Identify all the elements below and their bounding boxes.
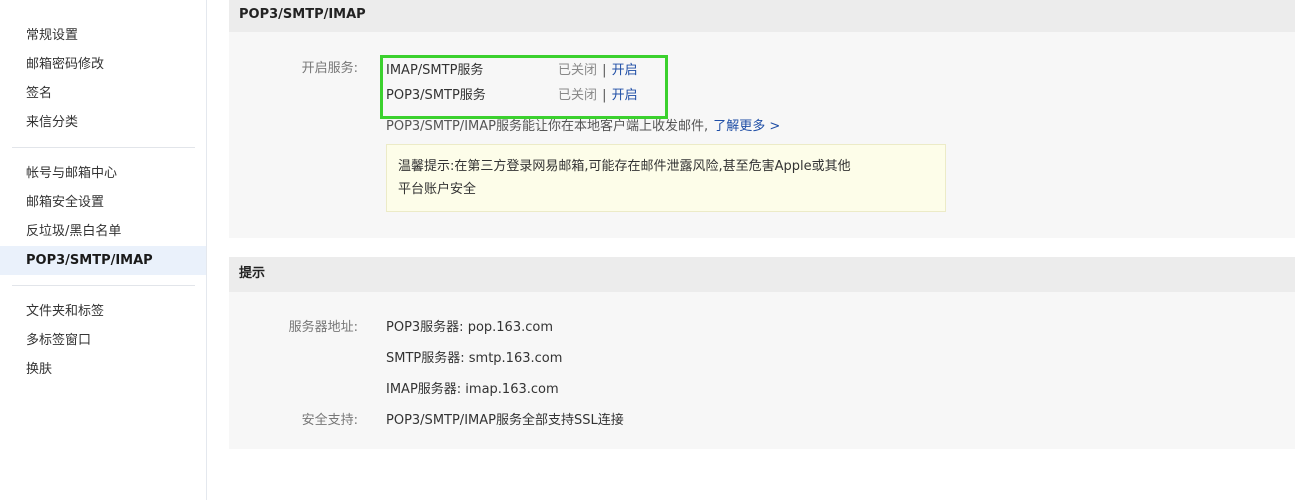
smtp-server-value: SMTP服务器: smtp.163.com bbox=[386, 351, 563, 366]
sidebar-item-account-center[interactable]: 帐号与邮箱中心 bbox=[0, 159, 206, 188]
enable-pop3-smtp-link[interactable]: 开启 bbox=[612, 88, 638, 103]
tip-text-line2: 平台账户安全 bbox=[398, 182, 477, 197]
security-support-value: POP3/SMTP/IMAP服务全部支持SSL连接 bbox=[386, 413, 624, 428]
settings-sidebar: 常规设置 邮箱密码修改 签名 来信分类 帐号与邮箱中心 邮箱安全设置 反垃圾/黑… bbox=[0, 0, 207, 500]
tip-text-line1: 温馨提示:在第三方登录网易邮箱,可能存在邮件泄露风险,甚至危害Apple或其他 bbox=[398, 159, 851, 174]
pop3-server-value: POP3服务器: pop.163.com bbox=[386, 320, 553, 335]
enable-imap-smtp-link[interactable]: 开启 bbox=[612, 63, 638, 78]
service-description-row: POP3/SMTP/IMAP服务能让你在本地客户端上收发邮件, 了解更多 > bbox=[386, 115, 780, 134]
mail-settings-page: 常规设置 邮箱密码修改 签名 来信分类 帐号与邮箱中心 邮箱安全设置 反垃圾/黑… bbox=[0, 0, 1295, 500]
imap-smtp-service-name: IMAP/SMTP服务 bbox=[386, 63, 484, 78]
learn-more-link[interactable]: 了解更多 > bbox=[713, 119, 780, 134]
sidebar-item-general[interactable]: 常规设置 bbox=[0, 21, 206, 50]
separator: | bbox=[602, 88, 607, 103]
sidebar-item-signature[interactable]: 签名 bbox=[0, 79, 206, 108]
service-description: POP3/SMTP/IMAP服务能让你在本地客户端上收发邮件, bbox=[386, 119, 709, 134]
warning-tip-box: 温馨提示:在第三方登录网易邮箱,可能存在邮件泄露风险,甚至危害Apple或其他 … bbox=[386, 144, 946, 212]
security-support-label: 安全支持: bbox=[301, 413, 358, 428]
imap-smtp-status: 已关闭 bbox=[558, 63, 598, 78]
sidebar-item-antispam[interactable]: 反垃圾/黑白名单 bbox=[0, 217, 206, 246]
imap-smtp-service-status-row: 已关闭 | 开启 bbox=[558, 59, 638, 78]
pop3-smtp-status: 已关闭 bbox=[558, 88, 598, 103]
enable-service-label: 开启服务: bbox=[301, 61, 358, 76]
sidebar-divider bbox=[12, 147, 195, 148]
imap-server-value: IMAP服务器: imap.163.com bbox=[386, 382, 559, 397]
section-title: 提示 bbox=[229, 257, 1295, 292]
pop3-smtp-service-status-row: 已关闭 | 开启 bbox=[558, 84, 638, 103]
sidebar-divider bbox=[12, 285, 195, 286]
sidebar-item-password[interactable]: 邮箱密码修改 bbox=[0, 50, 206, 79]
sidebar-item-mail-sorting[interactable]: 来信分类 bbox=[0, 108, 206, 137]
sidebar-item-multi-tab[interactable]: 多标签窗口 bbox=[0, 326, 206, 355]
sidebar-item-security[interactable]: 邮箱安全设置 bbox=[0, 188, 206, 217]
server-address-label: 服务器地址: bbox=[288, 320, 358, 335]
separator: | bbox=[602, 63, 607, 78]
sidebar-item-skin[interactable]: 换肤 bbox=[0, 355, 206, 384]
section-title: POP3/SMTP/IMAP bbox=[229, 0, 1295, 32]
sidebar-item-pop3-smtp-imap[interactable]: POP3/SMTP/IMAP bbox=[0, 246, 206, 275]
sidebar-item-folders-labels[interactable]: 文件夹和标签 bbox=[0, 297, 206, 326]
pop3-smtp-service-name: POP3/SMTP服务 bbox=[386, 88, 486, 103]
